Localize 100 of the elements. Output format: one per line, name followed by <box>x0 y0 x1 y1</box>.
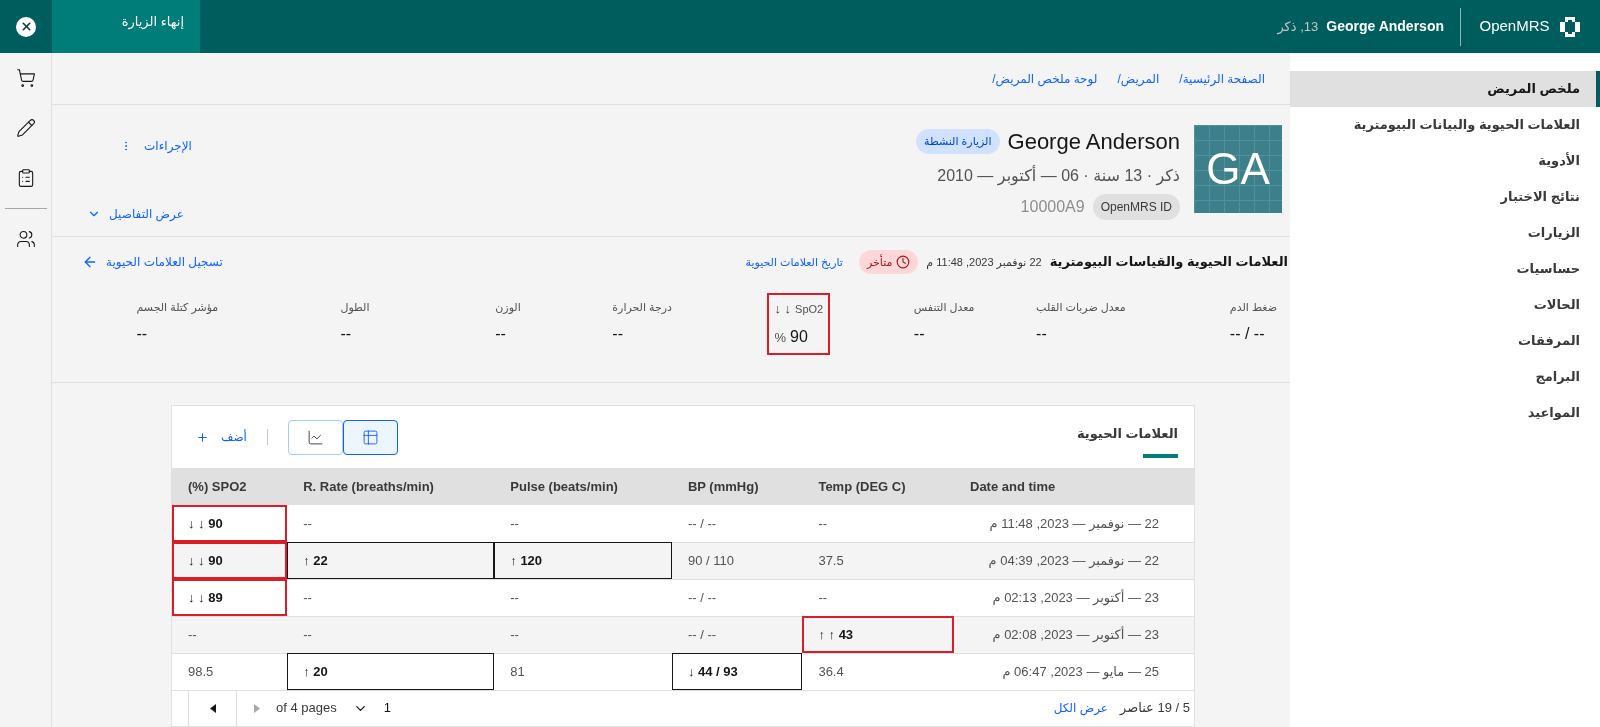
table-cell: 23 — أكتوبر — 2023, 02:13 م <box>954 579 1194 616</box>
vital-unit: % <box>774 328 787 347</box>
nav-item[interactable]: المواعيد <box>1290 395 1600 431</box>
table-cell: -- <box>172 616 288 653</box>
vital-label: معدل التنفس <box>913 300 975 316</box>
table-cell: ↓ ↓ 90 <box>172 542 288 579</box>
vital-value: -- <box>612 323 623 344</box>
table-cell: -- / -- <box>671 579 803 616</box>
patient-info: 13, ذكر <box>1277 17 1319 37</box>
vital-value: -- <box>913 323 925 344</box>
vital-label: ضغط الدم <box>1229 300 1277 316</box>
nav-item[interactable]: نتائج الاختبار <box>1290 179 1600 215</box>
table-cell: ↓ 44 / 93 <box>671 653 803 690</box>
id-tag: OpenMRS ID <box>1092 194 1180 220</box>
vital-label: مؤشر كتلة الجسم <box>136 300 219 316</box>
table-cell: 36.4 <box>802 653 954 690</box>
vital-value: -- <box>1036 323 1047 344</box>
items-count: 5 / 19 عناصر <box>1120 699 1191 718</box>
history-link[interactable]: تاريخ العلامات الحيوية <box>745 253 851 271</box>
table-cell: -- / -- <box>671 505 803 542</box>
nav-item[interactable]: الأدوية <box>1290 143 1600 179</box>
nav-item[interactable]: ملخص المريض <box>1290 71 1600 107</box>
line-chart-icon <box>306 428 324 446</box>
table-cell: -- <box>287 616 495 653</box>
vital-label: معدل ضربات القلب <box>1036 300 1126 316</box>
table-cell: 37.5 <box>802 542 954 579</box>
table-cell: 23 — أكتوبر — 2023, 02:08 م <box>954 616 1194 653</box>
vitals-date: 22 نوفمبر 2023, 11:48 م <box>926 254 1042 271</box>
record-vitals-link[interactable]: تسجيل العلامات الحيوية <box>82 253 223 271</box>
cart-button[interactable] <box>15 68 36 88</box>
table-cell: -- <box>494 616 672 653</box>
table-cell: -- <box>802 579 954 616</box>
vital-value: -- <box>340 323 352 344</box>
nav-item[interactable]: الحالات <box>1290 287 1600 323</box>
pencil-button[interactable] <box>15 118 36 138</box>
table-cell: ↓ ↓ 90 <box>172 505 288 542</box>
table-cell: -- <box>802 505 954 542</box>
table-cell: -- <box>494 579 672 616</box>
plus-icon <box>196 430 209 444</box>
table-cell: ↑ 20 <box>287 653 495 690</box>
page-select[interactable]: 1 <box>336 698 407 718</box>
table-cell: 90 / 110 <box>671 542 803 579</box>
vital-value: -- <box>136 323 148 344</box>
table-cell: ↑ ↑ 43 <box>802 616 954 653</box>
patient-id: 10000A9 <box>1020 197 1085 217</box>
vital-value: 90 <box>790 326 808 347</box>
people-button[interactable] <box>15 229 36 249</box>
visit-tag: الزيارة النشطة <box>916 129 1000 154</box>
table-cell: ↑ 22 <box>287 542 495 579</box>
vital-label: درجة الحرارة <box>612 300 672 316</box>
table-cell: 81 <box>494 653 672 690</box>
table-cell: -- <box>494 505 672 542</box>
breadcrumb-link[interactable]: المريض/ <box>1117 69 1160 88</box>
close-icon <box>19 20 33 33</box>
overdue-tag: متأخر <box>858 249 919 275</box>
brand-name: OpenMRS <box>1479 16 1550 37</box>
table-icon <box>361 428 379 446</box>
column-header: Pulse (beats/min) <box>494 468 672 505</box>
column-header: Date and time <box>954 468 1194 505</box>
vital-label: SpO2 <box>795 301 824 317</box>
triangle-right-icon <box>253 703 260 713</box>
triangle-left-icon <box>209 703 216 713</box>
actions-button[interactable]: الإجراءات <box>120 137 192 155</box>
patient-name: George Anderson <box>1326 17 1444 36</box>
show-details-button[interactable]: عرض التفاصيل <box>87 205 192 223</box>
add-button[interactable]: أضف <box>188 428 247 446</box>
nav-item[interactable]: البرامج <box>1290 359 1600 395</box>
logo-icon <box>1557 14 1582 39</box>
table-cell: 98.5 <box>172 653 288 690</box>
table-cell: -- <box>287 579 495 616</box>
patient-details: ذكر · 13 سنة · 06 — أكتوبر — 2010 <box>936 164 1180 188</box>
column-header: Temp (DEG C) <box>802 468 954 505</box>
table-cell: -- / -- <box>671 616 803 653</box>
vital-label: الطول <box>340 300 370 316</box>
column-header: BP (mmHg) <box>671 468 803 505</box>
table-view-button[interactable] <box>342 419 398 455</box>
nav-item[interactable]: العلامات الحيوية والبيانات البيومترية <box>1290 107 1600 143</box>
table-cell: ↑ 120 <box>494 542 672 579</box>
table-cell: 25 — مايو — 2023, 06:47 م <box>954 653 1194 690</box>
brand-logo[interactable]: OpenMRS <box>1460 7 1600 46</box>
column-header: R. Rate (breaths/min) <box>287 468 495 505</box>
nav-item[interactable]: الزيارات <box>1290 215 1600 251</box>
breadcrumb-link[interactable]: الصفحة الرئيسية/ <box>1179 69 1265 88</box>
vital-value: -- <box>495 323 506 344</box>
section-title: العلامات الحيوية والقياسات البيومترية <box>1049 253 1288 272</box>
vital-value: -- / -- <box>1229 323 1265 344</box>
page-count: of 4 pages <box>276 699 337 718</box>
clock-icon <box>896 255 911 269</box>
nav-item[interactable]: حساسيات <box>1290 251 1600 287</box>
table-cell: -- <box>287 505 495 542</box>
low-arrows: ↓ ↓ <box>774 300 792 318</box>
table-cell: 22 — نوفمبر — 2023, 11:48 م <box>954 505 1194 542</box>
end-visit-button[interactable]: إنهاء الزيارة <box>52 0 200 53</box>
table-cell: ↓ ↓ 89 <box>172 579 288 616</box>
see-all-link[interactable]: عرض الكل <box>1053 699 1120 717</box>
nav-item[interactable]: المرفقات <box>1290 323 1600 359</box>
breadcrumb-link[interactable]: لوحة ملخص المريض/ <box>992 69 1098 88</box>
patient-name: George Anderson <box>1007 128 1180 156</box>
column-header: (%) SPO2 <box>172 468 288 505</box>
table-cell: 22 — نوفمبر — 2023, 04:39 م <box>954 542 1194 579</box>
